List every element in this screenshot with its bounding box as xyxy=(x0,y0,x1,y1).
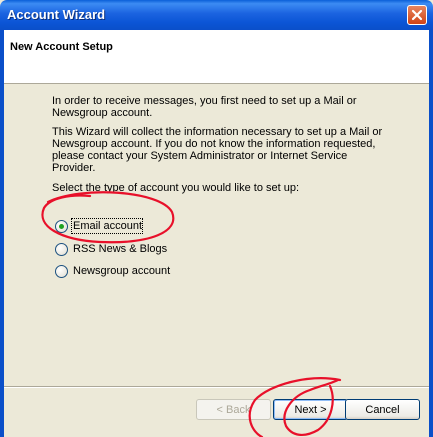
wizard-header: New Account Setup xyxy=(4,30,429,84)
radio-email-account[interactable]: Email account xyxy=(55,218,235,234)
radio-rss-news-blogs[interactable]: RSS News & Blogs xyxy=(55,243,235,257)
window-title: Account Wizard xyxy=(7,7,106,22)
intro-text-1: In order to receive messages, you first … xyxy=(52,95,357,119)
radio-circle[interactable] xyxy=(55,220,68,233)
window-border-left xyxy=(0,30,4,437)
radio-newsgroup-account[interactable]: Newsgroup account xyxy=(55,265,235,279)
radio-circle[interactable] xyxy=(55,265,68,278)
close-icon xyxy=(411,9,423,21)
close-button[interactable] xyxy=(407,5,427,25)
radio-circle[interactable] xyxy=(55,243,68,256)
radio-label: Newsgroup account xyxy=(73,265,171,277)
radio-label: Email account xyxy=(73,220,143,232)
button-separator xyxy=(4,386,429,388)
window-border-right xyxy=(429,30,433,437)
radio-label: RSS News & Blogs xyxy=(73,243,168,255)
page-title: New Account Setup xyxy=(10,41,113,53)
intro-text-2: This Wizard will collect the information… xyxy=(52,126,383,174)
back-button[interactable]: < Back xyxy=(196,399,271,420)
account-type-prompt: Select the type of account you would lik… xyxy=(52,182,300,194)
radio-selected-dot xyxy=(59,224,64,229)
title-bar[interactable]: Account Wizard xyxy=(0,0,433,30)
next-button[interactable]: Next > xyxy=(273,399,348,420)
cancel-button[interactable]: Cancel xyxy=(345,399,420,420)
account-wizard-window: Account Wizard New Account Setup In orde… xyxy=(0,0,433,437)
